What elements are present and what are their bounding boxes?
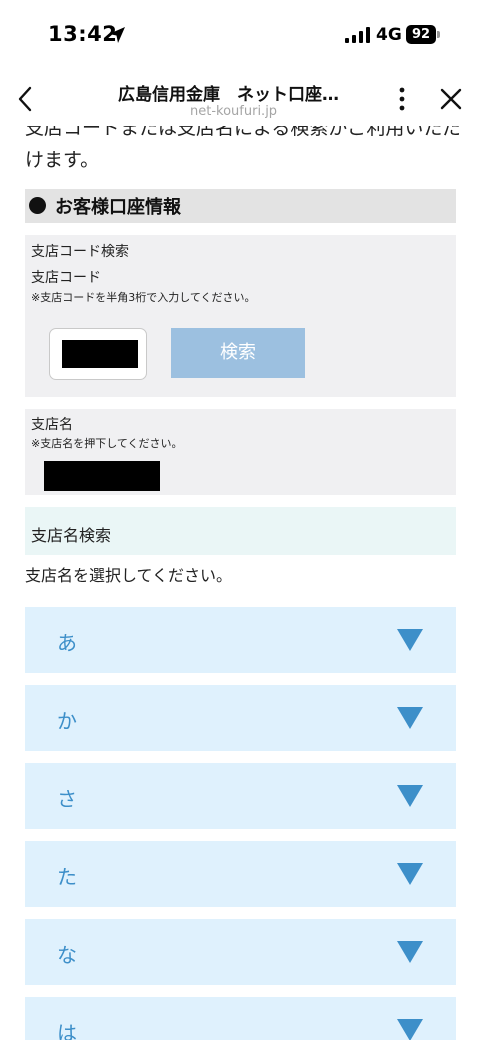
- status-time: 13:42: [48, 22, 118, 46]
- kana-label: あ: [57, 631, 77, 655]
- branch-code-search-heading: 支店コード検索: [31, 244, 129, 260]
- battery-cap: [437, 31, 440, 38]
- status-bar: 13:42 4G 92: [0, 0, 480, 70]
- kana-row-a[interactable]: あ: [25, 607, 456, 673]
- more-options-icon[interactable]: [390, 84, 414, 114]
- network-type: 4G: [376, 25, 402, 45]
- branch-name-search-hint: 支店名を選択してください。: [25, 566, 233, 585]
- triangle-down-icon: [397, 863, 423, 885]
- battery-icon: 92: [406, 25, 436, 44]
- branch-name-search-heading: 支店名検索: [31, 526, 112, 545]
- triangle-down-icon: [397, 707, 423, 729]
- page-content: 支店コードまたは支店名による検索がご利用いただけます。 お客様口座情報 支店コー…: [0, 126, 480, 1040]
- kana-row-ka[interactable]: か: [25, 685, 456, 751]
- kana-row-sa[interactable]: さ: [25, 763, 456, 829]
- branch-name-note: ※支店名を押下してください。: [31, 437, 183, 450]
- bullet-dot-icon: [29, 197, 46, 214]
- back-chevron-icon[interactable]: [12, 84, 42, 114]
- triangle-down-icon: [397, 941, 423, 963]
- branch-code-search-panel: 支店コード検索 支店コード ※支店コードを半角3桁で入力してください。 検索: [25, 235, 456, 397]
- redacted-value: [44, 461, 160, 491]
- branch-code-note: ※支店コードを半角3桁で入力してください。: [31, 291, 256, 304]
- triangle-down-icon: [397, 1019, 423, 1040]
- search-button[interactable]: 検索: [171, 328, 305, 378]
- kana-label: は: [57, 1021, 77, 1040]
- kana-row-na[interactable]: な: [25, 919, 456, 985]
- kana-row-ha[interactable]: は: [25, 997, 456, 1040]
- section-title: お客様口座情報: [55, 197, 181, 218]
- page-title: 広島信用金庫 ネット口座…: [118, 85, 339, 105]
- section-header: お客様口座情報: [25, 189, 456, 223]
- page-url: net-koufuri.jp: [190, 104, 278, 119]
- branch-name-panel: 支店名 ※支店名を押下してください。: [25, 409, 456, 495]
- close-icon[interactable]: [438, 86, 464, 112]
- kana-label: た: [57, 865, 77, 889]
- location-arrow-icon: [109, 27, 125, 43]
- browser-header: 広島信用金庫 ネット口座… net-koufuri.jp: [0, 70, 480, 126]
- triangle-down-icon: [397, 629, 423, 651]
- triangle-down-icon: [397, 785, 423, 807]
- signal-strength-icon: [345, 27, 371, 43]
- kana-label: さ: [57, 787, 77, 811]
- branch-code-label: 支店コード: [31, 270, 101, 286]
- kana-label: か: [57, 709, 77, 733]
- branch-name-search-header: 支店名検索: [25, 507, 456, 555]
- kana-row-ta[interactable]: た: [25, 841, 456, 907]
- kana-label: な: [57, 943, 77, 967]
- branch-name-label: 支店名: [31, 417, 73, 433]
- branch-code-input[interactable]: [49, 328, 147, 380]
- intro-text: 支店コードまたは支店名による検索がご利用いただけます。: [25, 126, 462, 171]
- redacted-value: [62, 340, 138, 368]
